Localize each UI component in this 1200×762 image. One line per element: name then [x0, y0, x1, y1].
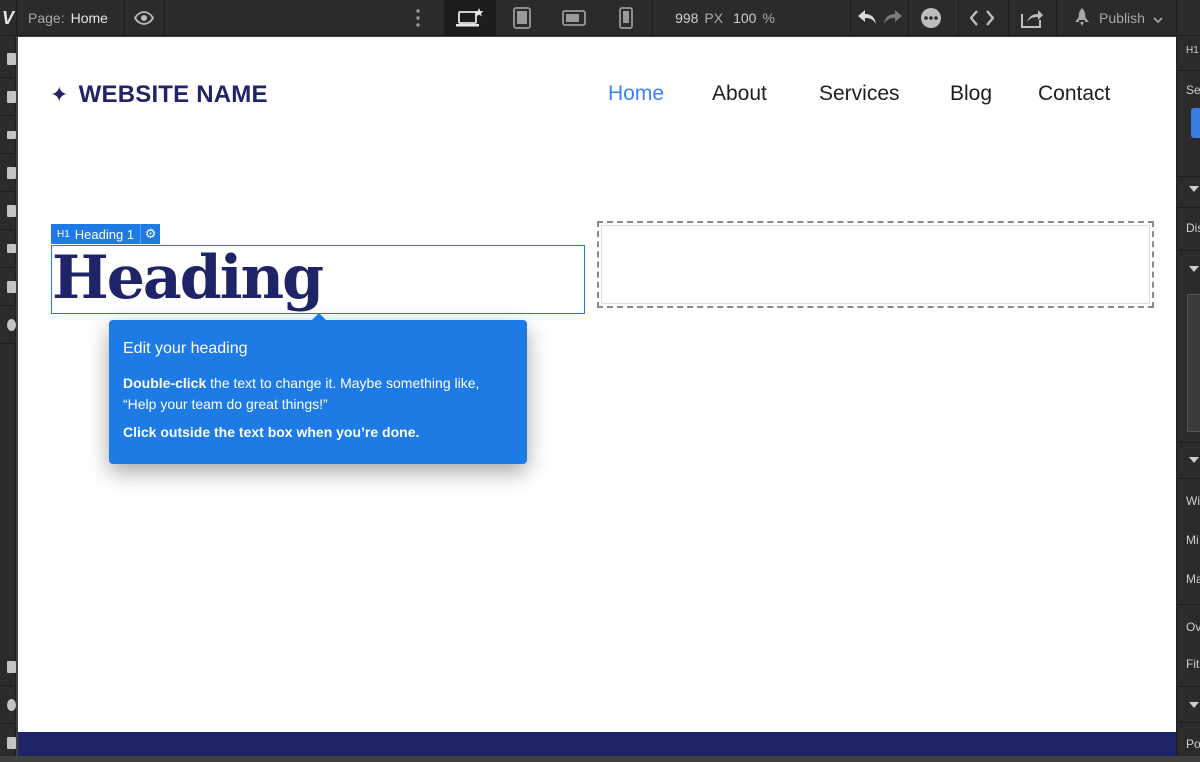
caret-down-icon[interactable] [1189, 266, 1199, 272]
tooltip-title: Edit your heading [123, 340, 248, 357]
ecommerce-icon[interactable] [0, 230, 16, 268]
heading-element[interactable]: Heading [51, 243, 585, 314]
assets-icon[interactable] [0, 268, 16, 306]
width-label: Wi [1186, 494, 1200, 508]
chevron-down-icon [1153, 10, 1163, 26]
left-tool-rail [0, 36, 16, 756]
divider [908, 0, 909, 36]
device-mobile-landscape-icon[interactable] [548, 0, 600, 36]
fit-label: Fit [1186, 657, 1200, 671]
page-footer-section[interactable] [18, 732, 1176, 756]
zoom-value: 100 [733, 10, 757, 26]
publish-label: Publish [1099, 10, 1145, 26]
caret-down-icon[interactable] [1189, 457, 1199, 463]
selector-field[interactable] [1191, 108, 1200, 138]
divider [1177, 207, 1200, 208]
caret-down-icon[interactable] [1189, 186, 1199, 192]
empty-div-block[interactable] [597, 221, 1154, 308]
device-desktop-base-icon[interactable] [444, 0, 496, 36]
edit-icon[interactable] [0, 648, 16, 686]
divider [1177, 176, 1200, 177]
app-logo-icon[interactable]: V [0, 0, 16, 36]
overflow-label: Ov [1186, 620, 1200, 634]
preview-eye-icon[interactable] [126, 0, 162, 36]
share-icon[interactable] [1012, 0, 1052, 36]
navigator-icon[interactable] [0, 116, 16, 154]
search-icon[interactable] [0, 686, 16, 724]
nav-link-services[interactable]: Services [819, 82, 900, 106]
nav-link-blog[interactable]: Blog [950, 82, 992, 106]
canvas-width-unit: PX [704, 10, 724, 26]
display-label: Dis [1186, 221, 1200, 235]
cms-icon[interactable] [0, 192, 16, 230]
divider [1056, 0, 1057, 36]
tooltip-bold-lead: Double-click [123, 375, 207, 391]
divider [1177, 722, 1200, 723]
divider [1177, 70, 1200, 71]
divider [1176, 0, 1177, 36]
min-label: Mi [1186, 533, 1199, 547]
edit-heading-tooltip: Edit your heading Double-click the text … [109, 313, 527, 464]
canvas-dimensions: 998 PX 100 % [660, 0, 790, 36]
divider [16, 0, 17, 36]
redo-icon[interactable] [883, 9, 903, 28]
more-vertical-icon[interactable] [404, 0, 432, 36]
help-icon[interactable] [0, 724, 16, 762]
position-label: Po [1186, 737, 1200, 751]
divider [1177, 604, 1200, 605]
undo-icon[interactable] [857, 9, 877, 28]
site-brand[interactable]: ✦ WEBSITE NAME [50, 81, 268, 109]
more-options-icon[interactable] [910, 0, 952, 36]
page-selector[interactable]: Page: Home [28, 0, 108, 36]
sparkle-icon: ✦ [50, 82, 69, 107]
divider [164, 0, 165, 36]
undo-redo-group [856, 0, 904, 36]
code-export-icon[interactable] [960, 0, 1004, 36]
divider [850, 0, 851, 36]
pages-icon[interactable] [0, 154, 16, 192]
empty-div-inner [601, 225, 1150, 304]
zoom-unit: % [762, 10, 775, 26]
page-selector-key: Page: [28, 10, 65, 26]
divider [1177, 686, 1200, 687]
spacing-box[interactable] [1187, 294, 1200, 432]
tooltip-body: Double-click the text to change it. Mayb… [123, 373, 513, 415]
settings-icon[interactable] [0, 306, 16, 344]
add-panel-icon[interactable] [0, 40, 16, 78]
divider [124, 0, 125, 36]
divider [1177, 442, 1200, 443]
panel-element-tag: H1 [1186, 45, 1199, 56]
rocket-icon [1073, 7, 1091, 30]
heading-text[interactable]: Heading [52, 238, 324, 318]
right-style-panel: H1 Se Dis Wi Mi Ma Ov Fit Po [1176, 36, 1200, 756]
tooltip-footer: Click outside the text box when you’re d… [123, 424, 420, 440]
designer-topbar: V Page: Home 998 PX 100 % Publish [0, 0, 1200, 36]
max-label: Ma [1186, 572, 1200, 586]
caret-down-icon[interactable] [1189, 702, 1199, 708]
divider [1177, 478, 1200, 479]
page-selector-value: Home [70, 10, 108, 26]
device-tablet-icon[interactable] [496, 0, 548, 36]
divider [652, 0, 653, 36]
selector-label: Se [1186, 83, 1200, 97]
symbols-icon[interactable] [0, 78, 16, 116]
design-canvas[interactable]: ✦ WEBSITE NAME Home About Services Blog … [18, 37, 1176, 756]
divider [1177, 250, 1200, 251]
nav-link-contact[interactable]: Contact [1038, 82, 1110, 106]
nav-link-about[interactable]: About [712, 82, 767, 106]
canvas-width-value: 998 [675, 10, 699, 26]
nav-link-home[interactable]: Home [608, 82, 664, 106]
site-brand-name: WEBSITE NAME [78, 81, 268, 108]
divider [958, 0, 959, 36]
publish-button[interactable]: Publish [1060, 0, 1176, 36]
divider [1008, 0, 1009, 36]
device-mobile-portrait-icon[interactable] [600, 0, 652, 36]
